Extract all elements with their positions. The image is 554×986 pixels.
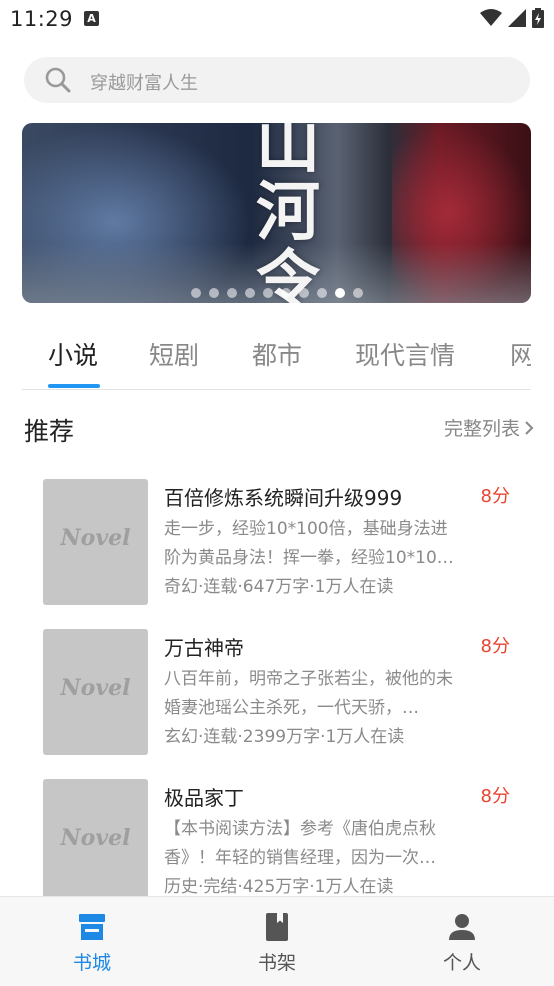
book-meta: 奇幻·连载·647万字·1万人在读 <box>164 577 394 597</box>
person-icon <box>449 914 475 940</box>
tab-modern-romance[interactable]: 现代言情 <box>355 336 455 372</box>
book-meta: 历史·完结·425万字·1万人在读 <box>164 877 394 897</box>
book-meta: 玄幻·连载·2399万字·1万人在读 <box>164 727 405 747</box>
cover-text: Novel <box>60 675 131 701</box>
list-item[interactable]: Novel 百倍修炼系统瞬间升级999 8分 走一步，经验10*100倍，基础身… <box>26 462 528 612</box>
status-icons <box>480 8 544 28</box>
book-list: Novel 百倍修炼系统瞬间升级999 8分 走一步，经验10*100倍，基础身… <box>26 462 528 898</box>
tab-indicator <box>48 384 100 388</box>
search-bar[interactable]: 穿越财富人生 <box>24 57 530 103</box>
signal-icon <box>508 9 526 27</box>
pagination-dot[interactable] <box>334 288 345 298</box>
list-item[interactable]: Novel 极品家丁 8分 【本书阅读方法】参考《唐伯虎点秋香》！年轻的销售经理… <box>26 762 528 898</box>
pagination-dot[interactable] <box>316 288 327 298</box>
tab-urban[interactable]: 都市 <box>252 336 302 372</box>
book-description: 八百年前，明帝之子张若尘，被他的未婚妻池瑶公主杀死，一代天骄，… <box>164 669 453 718</box>
banner-title: 山河令 <box>256 123 320 303</box>
store-icon <box>79 914 105 940</box>
book-title: 万古神帝 <box>164 636 244 660</box>
section-title: 推荐 <box>24 417 75 446</box>
status-bar: 11:29 A <box>0 0 554 38</box>
book-cover: Novel <box>43 479 148 605</box>
book-cover: Novel <box>43 779 148 898</box>
pagination-dot[interactable] <box>226 288 237 298</box>
search-placeholder: 穿越财富人生 <box>90 73 198 94</box>
status-time: 11:29 <box>10 7 74 31</box>
tab-novel[interactable]: 小说 <box>48 336 98 372</box>
pagination-dot[interactable] <box>280 288 291 298</box>
wifi-icon <box>480 9 502 26</box>
book-score: 8分 <box>480 786 510 807</box>
pagination-dot[interactable] <box>352 288 363 298</box>
book-score: 8分 <box>480 636 510 657</box>
bottom-nav: 书城 书架 个人 <box>0 896 554 986</box>
pagination-dot[interactable] <box>298 288 309 298</box>
pagination-dot[interactable] <box>262 288 273 298</box>
nav-bookstore[interactable]: 书城 <box>32 907 152 975</box>
pagination-dot[interactable] <box>208 288 219 298</box>
book-cover: Novel <box>43 629 148 755</box>
nav-label: 书城 <box>72 952 111 974</box>
nav-profile[interactable]: 个人 <box>402 907 522 975</box>
book-description: 走一步，经验10*100倍，基础身法进阶为黄品身法！挥一拳，经验10*10… <box>164 519 454 568</box>
search-icon <box>45 67 71 93</box>
notification-icon: A <box>84 11 99 26</box>
chevron-right-icon <box>525 420 534 435</box>
promo-banner[interactable]: 山河令 <box>22 123 531 303</box>
pagination-dot[interactable] <box>190 288 201 298</box>
banner-pagination <box>22 288 531 298</box>
bookshelf-icon <box>266 913 288 941</box>
tab-short-drama[interactable]: 短剧 <box>149 336 199 372</box>
cover-text: Novel <box>60 525 131 551</box>
full-list-label: 完整列表 <box>443 418 520 440</box>
category-tabs: 小说 短剧 都市 现代言情 网 <box>22 322 531 390</box>
book-title: 百倍修炼系统瞬间升级999 <box>164 486 403 510</box>
book-score: 8分 <box>480 486 510 507</box>
book-title: 极品家丁 <box>164 786 244 810</box>
nav-bookshelf[interactable]: 书架 <box>217 907 337 975</box>
tab-web[interactable]: 网 <box>510 336 531 372</box>
nav-label: 个人 <box>442 952 481 974</box>
book-description: 【本书阅读方法】参考《唐伯虎点秋香》！年轻的销售经理，因为一次… <box>164 819 436 868</box>
nav-label: 书架 <box>257 952 296 974</box>
full-list-link[interactable]: 完整列表 <box>444 414 534 441</box>
list-item[interactable]: Novel 万古神帝 8分 八百年前，明帝之子张若尘，被他的未婚妻池瑶公主杀死，… <box>26 612 528 762</box>
battery-icon <box>532 8 544 28</box>
pagination-dot[interactable] <box>244 288 255 298</box>
cover-text: Novel <box>60 825 131 851</box>
